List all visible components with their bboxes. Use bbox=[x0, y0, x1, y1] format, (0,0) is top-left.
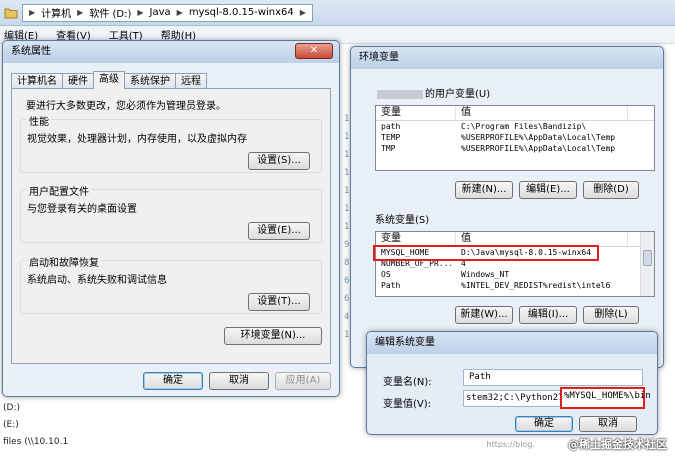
system-edit-button[interactable]: 编辑(I)... bbox=[519, 306, 577, 324]
ok-button[interactable]: 确定 bbox=[515, 416, 573, 432]
tab-remote[interactable]: 远程 bbox=[175, 73, 207, 89]
cancel-button[interactable]: 取消 bbox=[209, 372, 269, 390]
system-variables-table[interactable]: 变量 值 MYSQL_HOME D:\Java\mysql-8.0.15-win… bbox=[375, 231, 655, 297]
column-header-variable[interactable]: 变量 bbox=[376, 106, 456, 120]
chevron-right-icon: ▶ bbox=[299, 8, 306, 17]
explorer-address-bar: ▶ 计算机 ▶ 软件 (D:) ▶ Java ▶ mysql-8.0.15-wi… bbox=[0, 0, 675, 26]
user-edit-button[interactable]: 编辑(E)... bbox=[519, 181, 577, 199]
close-button[interactable]: ✕ bbox=[295, 43, 333, 59]
table-row[interactable]: path C:\Program Files\Bandizip\ bbox=[376, 121, 654, 132]
cancel-button[interactable]: 取消 bbox=[579, 416, 637, 432]
chevron-right-icon: ▶ bbox=[176, 8, 183, 17]
variable-value-label: 变量值(V): bbox=[383, 399, 432, 410]
tab-computer-name[interactable]: 计算机名 bbox=[11, 73, 63, 89]
table-row[interactable]: TMP %USERPROFILE%\AppData\Local\Temp bbox=[376, 143, 654, 154]
edit-system-variable-window: 编辑系统变量 变量名(N): Path 变量值(V): stem32;C:\Py… bbox=[366, 331, 658, 435]
environment-variables-window: 环境变量 的用户变量(U) 变量 值 path C:\Program Files… bbox=[350, 46, 664, 368]
explorer-nav-pane: (D:) (E:) files (\\10.10.1 bbox=[0, 400, 80, 457]
column-header-value[interactable]: 值 bbox=[456, 232, 628, 246]
group-description: 视觉效果，处理器计划，内存使用，以及虚拟内存 bbox=[27, 134, 247, 145]
system-properties-window: 系统属性 ✕ 计算机名 硬件 高级 系统保护 远程 要进行大多数更改，您必须作为… bbox=[2, 40, 340, 397]
group-title: 用户配置文件 bbox=[27, 183, 91, 198]
system-variables-label: 系统变量(S) bbox=[375, 215, 430, 226]
highlight-mysql-bin: %MYSQL_HOME%\bin bbox=[560, 387, 651, 409]
watermark: @稀土掘金技术社区 bbox=[568, 438, 667, 451]
window-title: 编辑系统变量 bbox=[367, 332, 657, 354]
system-new-button[interactable]: 新建(W)... bbox=[455, 306, 513, 324]
table-header: 变量 值 bbox=[376, 106, 654, 121]
column-header-variable[interactable]: 变量 bbox=[376, 232, 456, 246]
window-title: 系统属性 bbox=[3, 41, 339, 63]
tab-system-protection[interactable]: 系统保护 bbox=[124, 73, 176, 89]
variable-value-text: stem32;C:\Python27 bbox=[466, 393, 564, 403]
tab-advanced[interactable]: 高级 bbox=[93, 71, 125, 89]
variable-name-label: 变量名(N): bbox=[383, 377, 432, 388]
performance-group: 性能 视觉效果，处理器计划，内存使用，以及虚拟内存 设置(S)... bbox=[20, 113, 322, 173]
admin-note: 要进行大多数更改，您必须作为管理员登录。 bbox=[26, 101, 226, 112]
group-title: 性能 bbox=[27, 113, 51, 128]
chevron-right-icon: ▶ bbox=[77, 8, 84, 17]
blurred-username bbox=[377, 89, 423, 99]
user-new-button[interactable]: 新建(N)... bbox=[455, 181, 513, 199]
breadcrumb-item[interactable]: Java bbox=[150, 7, 171, 18]
table-row[interactable]: TEMP %USERPROFILE%\AppData\Local\Temp bbox=[376, 132, 654, 143]
startup-recovery-group: 启动和故障恢复 系统启动、系统失败和调试信息 设置(T)... bbox=[20, 254, 322, 314]
watermark-url: https://blog. bbox=[486, 440, 536, 449]
drive-item-network[interactable]: files (\\10.10.1 bbox=[0, 434, 80, 451]
tab-hardware[interactable]: 硬件 bbox=[62, 73, 94, 89]
system-delete-button[interactable]: 删除(L) bbox=[583, 306, 639, 324]
highlight-mysql-home bbox=[373, 245, 599, 261]
ok-button[interactable]: 确定 bbox=[143, 372, 203, 390]
group-description: 系统启动、系统失败和调试信息 bbox=[27, 275, 167, 286]
environment-variables-button[interactable]: 环境变量(N)... bbox=[224, 327, 322, 345]
breadcrumb-item[interactable]: 软件 (D:) bbox=[89, 5, 131, 20]
chevron-right-icon: ▶ bbox=[29, 8, 36, 17]
user-profiles-settings-button[interactable]: 设置(E)... bbox=[248, 222, 310, 240]
vertical-scrollbar[interactable] bbox=[640, 232, 654, 296]
variable-value-highlight: %MYSQL_HOME%\bin bbox=[564, 391, 651, 401]
startup-settings-button[interactable]: 设置(T)... bbox=[248, 293, 310, 311]
user-delete-button[interactable]: 删除(D) bbox=[583, 181, 639, 199]
group-description: 与您登录有关的桌面设置 bbox=[27, 204, 137, 215]
variable-name-input[interactable]: Path bbox=[463, 369, 643, 386]
table-row[interactable]: Path %INTEL_DEV_REDIST%redist\intel6 bbox=[376, 280, 654, 291]
column-header-value[interactable]: 值 bbox=[456, 106, 628, 120]
scroll-thumb[interactable] bbox=[643, 250, 652, 266]
drive-item-d[interactable]: (D:) bbox=[0, 400, 80, 417]
tab-strip: 计算机名 硬件 高级 系统保护 远程 bbox=[11, 71, 207, 89]
table-row[interactable]: OS Windows_NT bbox=[376, 269, 654, 280]
drive-item-e[interactable]: (E:) bbox=[0, 417, 80, 434]
group-title: 启动和故障恢复 bbox=[27, 254, 101, 269]
window-title: 环境变量 bbox=[351, 47, 663, 69]
folder-icon bbox=[4, 6, 18, 20]
user-variables-table[interactable]: 变量 值 path C:\Program Files\Bandizip\ TEM… bbox=[375, 105, 655, 171]
chevron-right-icon: ▶ bbox=[137, 8, 144, 17]
breadcrumb-item[interactable]: 计算机 bbox=[41, 5, 71, 20]
performance-settings-button[interactable]: 设置(S)... bbox=[248, 152, 310, 170]
breadcrumb[interactable]: ▶ 计算机 ▶ 软件 (D:) ▶ Java ▶ mysql-8.0.15-wi… bbox=[22, 3, 313, 22]
user-profiles-group: 用户配置文件 与您登录有关的桌面设置 设置(E)... bbox=[20, 183, 322, 243]
user-variables-label: 的用户变量(U) bbox=[377, 85, 490, 100]
apply-button[interactable]: 应用(A) bbox=[275, 372, 331, 390]
advanced-tab-panel: 要进行大多数更改，您必须作为管理员登录。 性能 视觉效果，处理器计划，内存使用，… bbox=[11, 88, 331, 364]
breadcrumb-item[interactable]: mysql-8.0.15-winx64 bbox=[189, 7, 294, 18]
